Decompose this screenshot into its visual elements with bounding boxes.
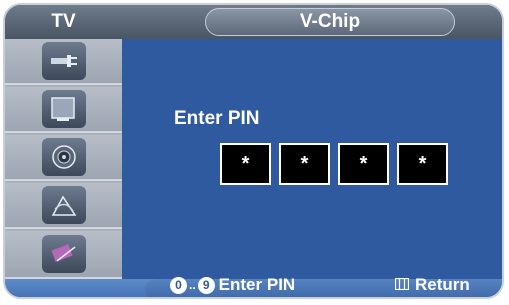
tv-menu-label: TV [51,11,76,32]
pin-digit-2[interactable]: * [279,143,330,185]
sidebar-item-setup[interactable] [5,231,122,279]
return-hint[interactable]: Return [394,275,470,295]
sidebar-item-sound[interactable] [5,135,122,181]
sidebar [5,39,122,279]
setup-connector-icon [41,235,86,273]
input-plug-icon [41,42,86,80]
key-nine-icon: 9 [197,276,215,294]
key-range-separator: .. [189,278,196,292]
picture-screen-icon [41,90,86,128]
number-keys-hint: 0 .. 9 Enter PIN [170,275,295,295]
speaker-icon [41,138,86,176]
pin-digit-1[interactable]: * [220,143,271,185]
tv-screen: TV V-Chip Enter PIN * * * * 0 .. 9 Enter… [0,0,509,305]
pin-digit-3[interactable]: * [338,143,389,185]
antenna-dish-icon [41,186,86,224]
pin-digit-4[interactable]: * [397,143,448,185]
enter-pin-prompt: Enter PIN [174,108,260,129]
sidebar-item-channel[interactable] [5,183,122,229]
key-zero-icon: 0 [170,276,187,294]
enter-pin-hint-label: Enter PIN [218,275,296,294]
header-bar: TV V-Chip [5,5,502,39]
menu-icon [394,277,410,293]
page-title: V-Chip [205,8,455,36]
sidebar-item-input[interactable] [5,39,122,85]
sidebar-item-picture[interactable] [5,87,122,133]
return-label: Return [415,275,470,294]
